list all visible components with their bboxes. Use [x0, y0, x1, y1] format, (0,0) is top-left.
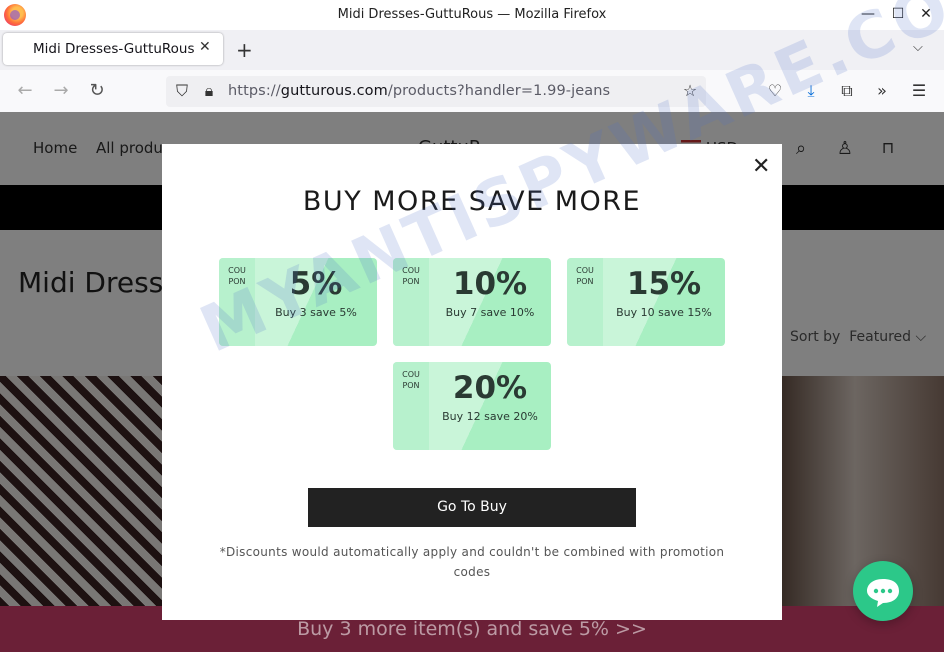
url-path: /products?handler=1.99-jeans — [387, 83, 611, 99]
tab-active[interactable]: Midi Dresses-GuttuRous ✕ — [3, 33, 223, 65]
go-to-buy-button[interactable]: Go To Buy — [308, 488, 636, 527]
url-scheme: https:// — [228, 83, 281, 99]
coupon-card: COUPON 15% Buy 10 save 15% — [567, 258, 725, 346]
tab-title: Midi Dresses-GuttuRous — [33, 41, 195, 57]
chat-bubble-icon — [867, 579, 899, 607]
coupon-description: Buy 7 save 10% — [445, 306, 535, 319]
coupon-card: COUPON 20% Buy 12 save 20% — [393, 362, 551, 450]
coupon-percent: 10% — [452, 266, 528, 302]
new-tab-icon[interactable]: + — [236, 38, 253, 62]
chat-button[interactable] — [853, 561, 913, 621]
page-favicon-icon — [13, 45, 23, 55]
tab-close-icon[interactable]: ✕ — [199, 39, 211, 55]
more-tools-icon[interactable]: » — [871, 81, 893, 100]
coupon-description: Buy 12 save 20% — [442, 410, 538, 423]
coupon-label: COUPON — [402, 370, 420, 390]
url-text[interactable]: https://gutturous.com/products?handler=1… — [228, 83, 610, 99]
coupon-percent: 15% — [626, 266, 702, 302]
modal-close-icon[interactable]: ✕ — [752, 156, 770, 178]
coupon-percent: 20% — [452, 370, 528, 406]
url-host: gutturous.com — [280, 83, 388, 99]
promo-bar-text: Buy 3 more item(s) and save 5% >> — [297, 618, 647, 640]
forward-icon[interactable]: → — [50, 80, 72, 101]
discount-disclaimer: *Discounts would automatically apply and… — [219, 545, 725, 579]
coupon-description: Buy 10 save 15% — [616, 306, 712, 319]
window-title: Midi Dresses-GuttuRous — Mozilla Firefox — [337, 7, 607, 22]
coupon-label: COUPON — [576, 266, 594, 286]
tracking-shield-icon[interactable]: ⛉ — [171, 81, 193, 101]
back-icon[interactable]: ← — [14, 80, 36, 101]
reload-icon[interactable]: ↻ — [86, 80, 108, 101]
lock-icon[interactable]: 🔒︎ — [198, 81, 220, 101]
menu-hamburger-icon[interactable]: ☰ — [908, 81, 930, 100]
